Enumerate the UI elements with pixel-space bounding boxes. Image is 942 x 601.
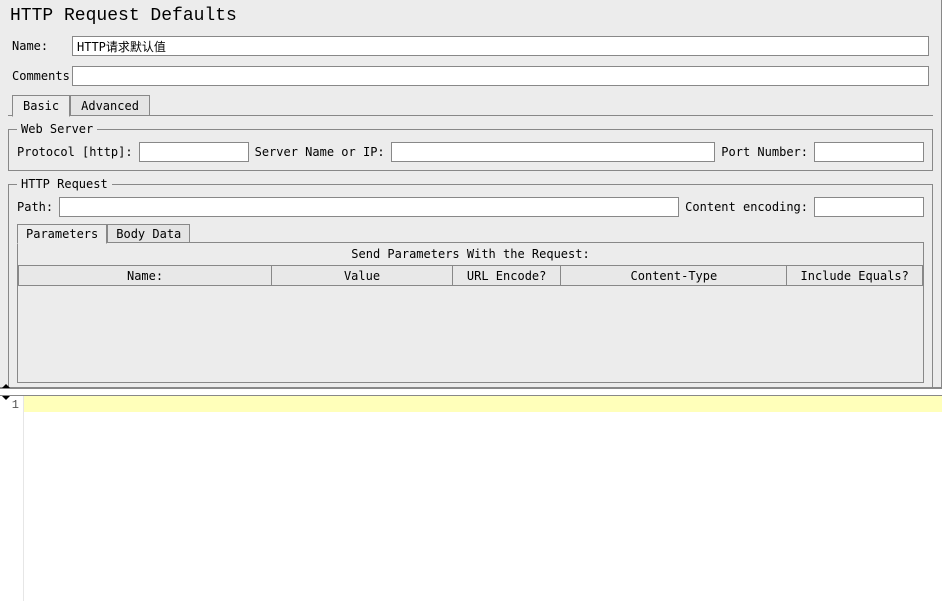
col-url-encode[interactable]: URL Encode?	[452, 266, 560, 286]
panel-title: HTTP Request Defaults	[0, 0, 941, 34]
inner-tab-separator	[17, 242, 924, 243]
web-server-fieldset: Web Server Protocol [http]: Server Name …	[8, 122, 933, 171]
tab-body-data[interactable]: Body Data	[107, 224, 190, 243]
path-input[interactable]	[59, 197, 679, 217]
tab-basic[interactable]: Basic	[12, 95, 70, 117]
server-name-input[interactable]	[391, 142, 716, 162]
http-request-fieldset: HTTP Request Path: Content encoding: Par…	[8, 177, 933, 392]
config-area: HTTP Request Defaults Name: Comments: Ba…	[0, 0, 942, 388]
protocol-label: Protocol [http]:	[17, 145, 133, 159]
parameters-empty-area[interactable]	[18, 286, 923, 382]
main-tabs: Basic Advanced	[0, 94, 941, 116]
name-row: Name:	[0, 34, 941, 58]
comments-label: Comments:	[12, 69, 72, 83]
web-server-row: Protocol [http]: Server Name or IP: Port…	[17, 142, 924, 162]
parameters-section: Send Parameters With the Request: Name: …	[17, 243, 924, 383]
tab-advanced[interactable]: Advanced	[70, 95, 150, 116]
comments-input[interactable]	[72, 66, 929, 86]
web-server-legend: Web Server	[17, 122, 97, 136]
name-label: Name:	[12, 39, 72, 53]
body-tabs: Parameters Body Data	[17, 223, 924, 243]
tab-parameters[interactable]: Parameters	[17, 224, 107, 244]
http-request-defaults-panel: HTTP Request Defaults Name: Comments: Ba…	[0, 0, 942, 601]
path-label: Path:	[17, 200, 53, 214]
col-name[interactable]: Name:	[19, 266, 272, 286]
line-number: 1	[0, 398, 19, 412]
port-input[interactable]	[814, 142, 924, 162]
tab-separator	[8, 115, 933, 116]
editor-body[interactable]	[24, 396, 942, 601]
table-header-row: Name: Value URL Encode? Content-Type Inc…	[19, 266, 923, 286]
current-line-highlight	[24, 396, 942, 412]
code-editor: 1	[0, 395, 942, 601]
basic-tab-content: Web Server Protocol [http]: Server Name …	[8, 122, 933, 392]
encoding-label: Content encoding:	[685, 200, 808, 214]
http-request-legend: HTTP Request	[17, 177, 112, 191]
parameters-title: Send Parameters With the Request:	[18, 243, 923, 265]
col-include-equals[interactable]: Include Equals?	[787, 266, 923, 286]
server-name-label: Server Name or IP:	[255, 145, 385, 159]
col-content-type[interactable]: Content-Type	[561, 266, 787, 286]
encoding-input[interactable]	[814, 197, 924, 217]
comments-row: Comments:	[0, 64, 941, 88]
port-label: Port Number:	[721, 145, 808, 159]
line-gutter: 1	[0, 396, 24, 601]
split-handle[interactable]	[0, 388, 942, 395]
parameters-table: Name: Value URL Encode? Content-Type Inc…	[18, 265, 923, 286]
name-input[interactable]	[72, 36, 929, 56]
path-row: Path: Content encoding:	[17, 197, 924, 217]
protocol-input[interactable]	[139, 142, 249, 162]
col-value[interactable]: Value	[272, 266, 453, 286]
